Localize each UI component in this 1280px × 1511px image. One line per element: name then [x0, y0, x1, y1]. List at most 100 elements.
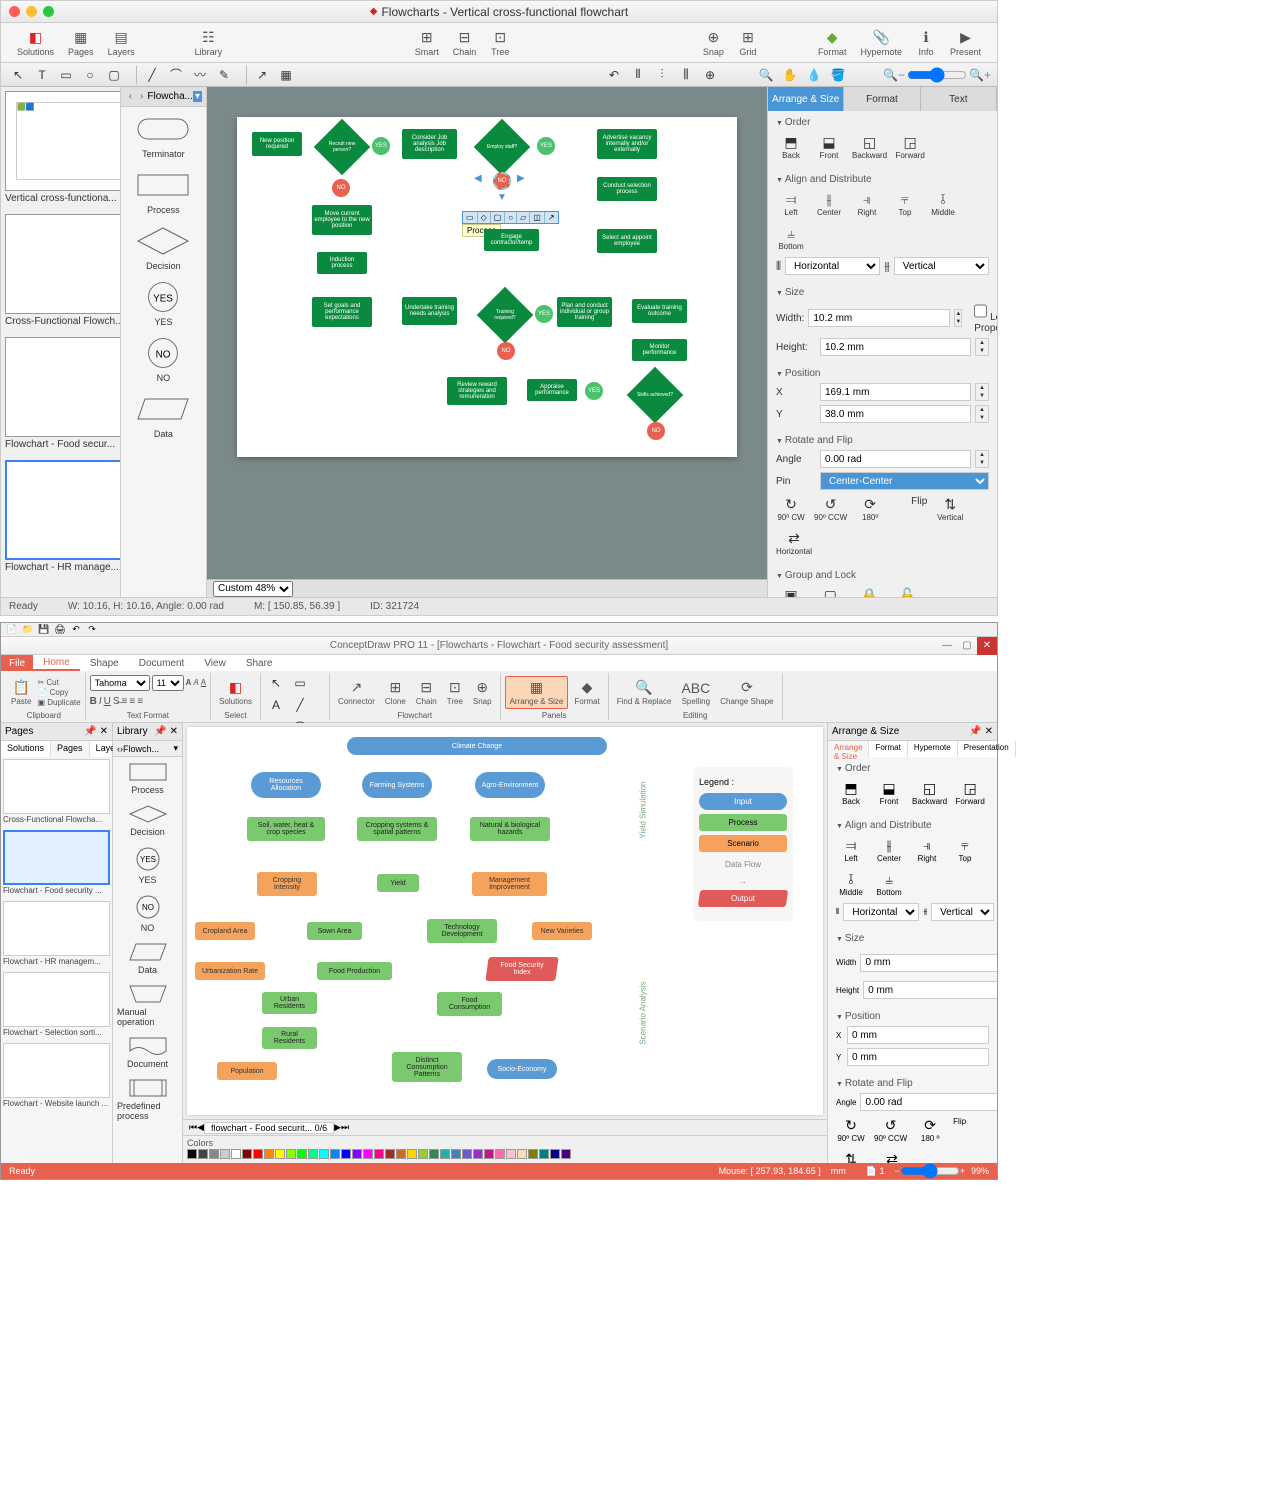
align-right[interactable]: ⫣Right [852, 191, 882, 217]
connector-button[interactable]: ↗Connector [334, 677, 379, 708]
fc-node[interactable]: Management Improvement [472, 872, 547, 896]
flip-v[interactable]: ⇅Vertical [836, 1151, 866, 1163]
order-front[interactable]: ⬓Front [874, 780, 904, 806]
order-forward[interactable]: ◲Forward [895, 134, 925, 160]
handle-down-icon[interactable]: ▼ [497, 192, 507, 203]
line-tool[interactable]: ╱ [141, 65, 163, 85]
rotate-ccw[interactable]: ↺90º CCW [814, 496, 847, 522]
copy-button[interactable]: 📄 Copy [37, 688, 80, 697]
section-size[interactable]: Size [776, 285, 989, 300]
ungroup-button[interactable]: ▢UnGroup [814, 587, 846, 597]
align-c[interactable]: ≡ [129, 696, 135, 707]
rrect-tool[interactable]: ▢ [103, 65, 125, 85]
u-btn[interactable]: U [104, 696, 111, 707]
fc-node[interactable]: Agro-Environment [475, 772, 545, 798]
align-right[interactable]: ⫣Right [912, 837, 942, 863]
chain-button[interactable]: ⊟Chain [412, 677, 441, 708]
align2-button[interactable]: ⫶ [651, 65, 673, 85]
fc-no[interactable]: NO [497, 342, 515, 360]
qat-save[interactable]: 💾 [37, 624, 51, 636]
rotate-cw[interactable]: ↻90º CW [776, 496, 806, 522]
arrange-size-button[interactable]: ▦Arrange & Size [505, 676, 569, 709]
qat-print[interactable]: 🖨 [53, 624, 67, 636]
menu-home[interactable]: Home [33, 655, 80, 671]
color-swatch[interactable] [473, 1149, 483, 1159]
x-input[interactable] [847, 1026, 989, 1044]
page-surface[interactable]: New position required Recruit new person… [237, 117, 737, 457]
fc-node[interactable]: Climate Change [347, 737, 607, 755]
i-btn[interactable]: I [99, 696, 102, 707]
fc-node[interactable]: Urban Residents [262, 992, 317, 1014]
fc-node[interactable]: Appraise performance [527, 379, 577, 401]
color-swatch[interactable] [220, 1149, 230, 1159]
font-select[interactable]: Tahoma [90, 675, 150, 691]
fc-node[interactable]: New Varieties [532, 922, 592, 940]
layers-button[interactable]: ▤Layers [102, 27, 141, 59]
color-swatch[interactable] [561, 1149, 571, 1159]
group-button[interactable]: ▣Group [776, 587, 806, 597]
section-position[interactable]: Position [776, 366, 989, 381]
color-swatch[interactable] [352, 1149, 362, 1159]
info-button[interactable]: ℹInfo [910, 27, 942, 59]
fc-no[interactable]: NO [332, 179, 350, 197]
pin-select[interactable]: Center-Center [820, 472, 989, 490]
hypernote-button[interactable]: 📎Hypernote [854, 27, 908, 59]
connector-tool[interactable]: ↗ [251, 65, 273, 85]
fc-node[interactable]: Yield [377, 874, 419, 892]
color-swatch[interactable] [264, 1149, 274, 1159]
flip-h[interactable]: ⇄Horizontal [874, 1151, 910, 1163]
tab-format[interactable]: Format [844, 87, 920, 111]
chain-button[interactable]: ⊟Chain [447, 27, 483, 59]
hand-tool[interactable]: ✋ [779, 65, 801, 85]
zoom-slider[interactable] [900, 1167, 960, 1175]
menu-file[interactable]: File [1, 655, 33, 671]
height-input[interactable] [863, 981, 997, 999]
shape-terminator[interactable]: Terminator [125, 111, 202, 159]
fc-node[interactable]: Move current employee to the new positio… [312, 205, 372, 235]
color-swatch[interactable] [462, 1149, 472, 1159]
y-input[interactable] [820, 405, 971, 423]
order-front[interactable]: ⬓Front [814, 134, 844, 160]
fc-node[interactable]: Farming Systems [362, 772, 432, 798]
fc-node[interactable]: New position required [252, 132, 302, 156]
present-button[interactable]: ▶Present [944, 27, 987, 59]
page-thumb[interactable]: Flowchart - HR manage... [5, 460, 121, 579]
fc-node[interactable]: Plan and conduct individual or group tra… [557, 297, 612, 327]
lib-back[interactable]: ‹ [125, 91, 136, 102]
fc-node[interactable]: Cropland Area [195, 922, 255, 940]
page-thumb[interactable]: 🟩🟦Vertical cross-functiona... [5, 91, 121, 210]
dist-button[interactable]: ⫼ [675, 65, 697, 85]
shape-data[interactable]: Data [125, 391, 202, 439]
fc-node[interactable]: Evaluate training outcome [632, 299, 687, 323]
color-swatch[interactable] [341, 1149, 351, 1159]
dist-horiz[interactable]: Horizontal [785, 257, 880, 275]
pages-button[interactable]: ▦Pages [62, 27, 100, 59]
align-button[interactable]: ⫴ [627, 65, 649, 85]
rot-180[interactable]: ⟳180 º [915, 1117, 945, 1143]
underline-button[interactable]: A [201, 678, 206, 687]
snap-button[interactable]: ⊕Snap [697, 27, 730, 59]
change-shape-button[interactable]: ⟳Change Shape [716, 677, 777, 708]
qat-redo[interactable]: ↷ [85, 624, 99, 636]
fc-decision[interactable]: Employ staff? [474, 119, 531, 176]
lib-fwd[interactable]: › [136, 91, 147, 102]
color-swatch[interactable] [209, 1149, 219, 1159]
align-center[interactable]: ⫲Center [814, 191, 844, 217]
color-swatch[interactable] [231, 1149, 241, 1159]
color-swatch[interactable] [319, 1149, 329, 1159]
font-size-select[interactable]: 11 [152, 675, 184, 691]
paste-button[interactable]: 📋Paste [7, 677, 35, 708]
tab-format[interactable]: Format [869, 741, 907, 757]
strike-btn[interactable]: S̶ [113, 696, 120, 707]
dist-vert[interactable]: Vertical [894, 257, 989, 275]
color-swatch[interactable] [286, 1149, 296, 1159]
eyedropper-tool[interactable]: 💧 [803, 65, 825, 85]
page-thumb[interactable]: Flowchart - Website launch ... [3, 1043, 110, 1112]
align-bottom[interactable]: ⫨Bottom [874, 871, 904, 897]
color-swatch[interactable] [297, 1149, 307, 1159]
color-swatch[interactable] [440, 1149, 450, 1159]
canvas[interactable]: New position required Recruit new person… [207, 87, 767, 579]
format-button[interactable]: ◆Format [812, 27, 853, 59]
qat-open[interactable]: 📁 [21, 624, 35, 636]
rot-cw[interactable]: ↻90º CW [836, 1117, 866, 1143]
